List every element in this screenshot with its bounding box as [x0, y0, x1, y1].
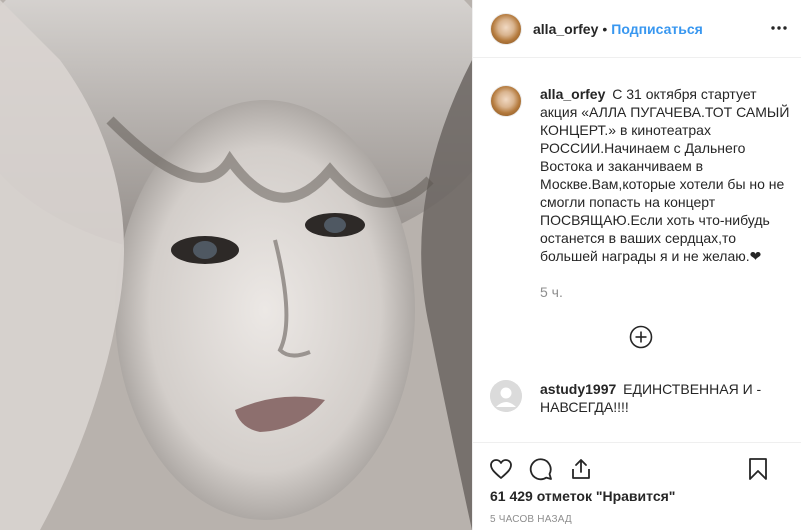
comment-button[interactable]	[529, 457, 553, 481]
portrait-image	[0, 0, 472, 530]
likes-count[interactable]: 61 429 отметок "Нравится"	[490, 488, 675, 504]
like-button[interactable]	[489, 457, 513, 481]
post-sidebar: alla_orfey • Подписаться alla_orfey С 31…	[472, 0, 801, 530]
header-separator: •	[602, 20, 608, 37]
post-photo[interactable]	[0, 0, 472, 530]
heart-icon	[490, 458, 512, 479]
share-icon	[572, 458, 590, 479]
comment-username[interactable]: astudy1997	[540, 381, 616, 397]
posted-time[interactable]: 5 часов назад	[490, 514, 572, 525]
save-button[interactable]	[746, 457, 770, 481]
action-bar	[473, 442, 801, 494]
comment-bubble-icon	[529, 457, 552, 480]
caption-body: alla_orfey С 31 октября стартует акция «…	[540, 85, 790, 301]
caption-text: С 31 октября стартует акция «АЛЛА ПУГАЧЕ…	[540, 86, 790, 264]
author-avatar[interactable]	[490, 12, 522, 45]
more-dots-icon[interactable]	[771, 20, 787, 36]
bookmark-icon	[749, 458, 767, 480]
post-header: alla_orfey • Подписаться	[473, 0, 801, 58]
author-username[interactable]: alla_orfey	[533, 21, 598, 37]
commenter-avatar[interactable]	[490, 380, 522, 412]
share-button[interactable]	[569, 457, 593, 481]
partially-hidden-comment	[537, 432, 737, 440]
caption-time[interactable]: 5 ч.	[540, 283, 790, 301]
follow-button[interactable]: Подписаться	[611, 21, 703, 37]
caption-author-avatar[interactable]	[490, 85, 522, 117]
plus-circle-icon[interactable]	[629, 325, 653, 349]
comment-body: astudy1997 ЕДИНСТВЕННАЯ И - НАВСЕГДА!!!!	[540, 380, 790, 416]
post-caption: alla_orfey С 31 октября стартует акция «…	[490, 85, 790, 301]
caption-username[interactable]: alla_orfey	[540, 86, 605, 102]
comment-item: astudy1997 ЕДИНСТВЕННАЯ И - НАВСЕГДА!!!!	[490, 380, 790, 416]
default-avatar-icon	[490, 380, 522, 412]
